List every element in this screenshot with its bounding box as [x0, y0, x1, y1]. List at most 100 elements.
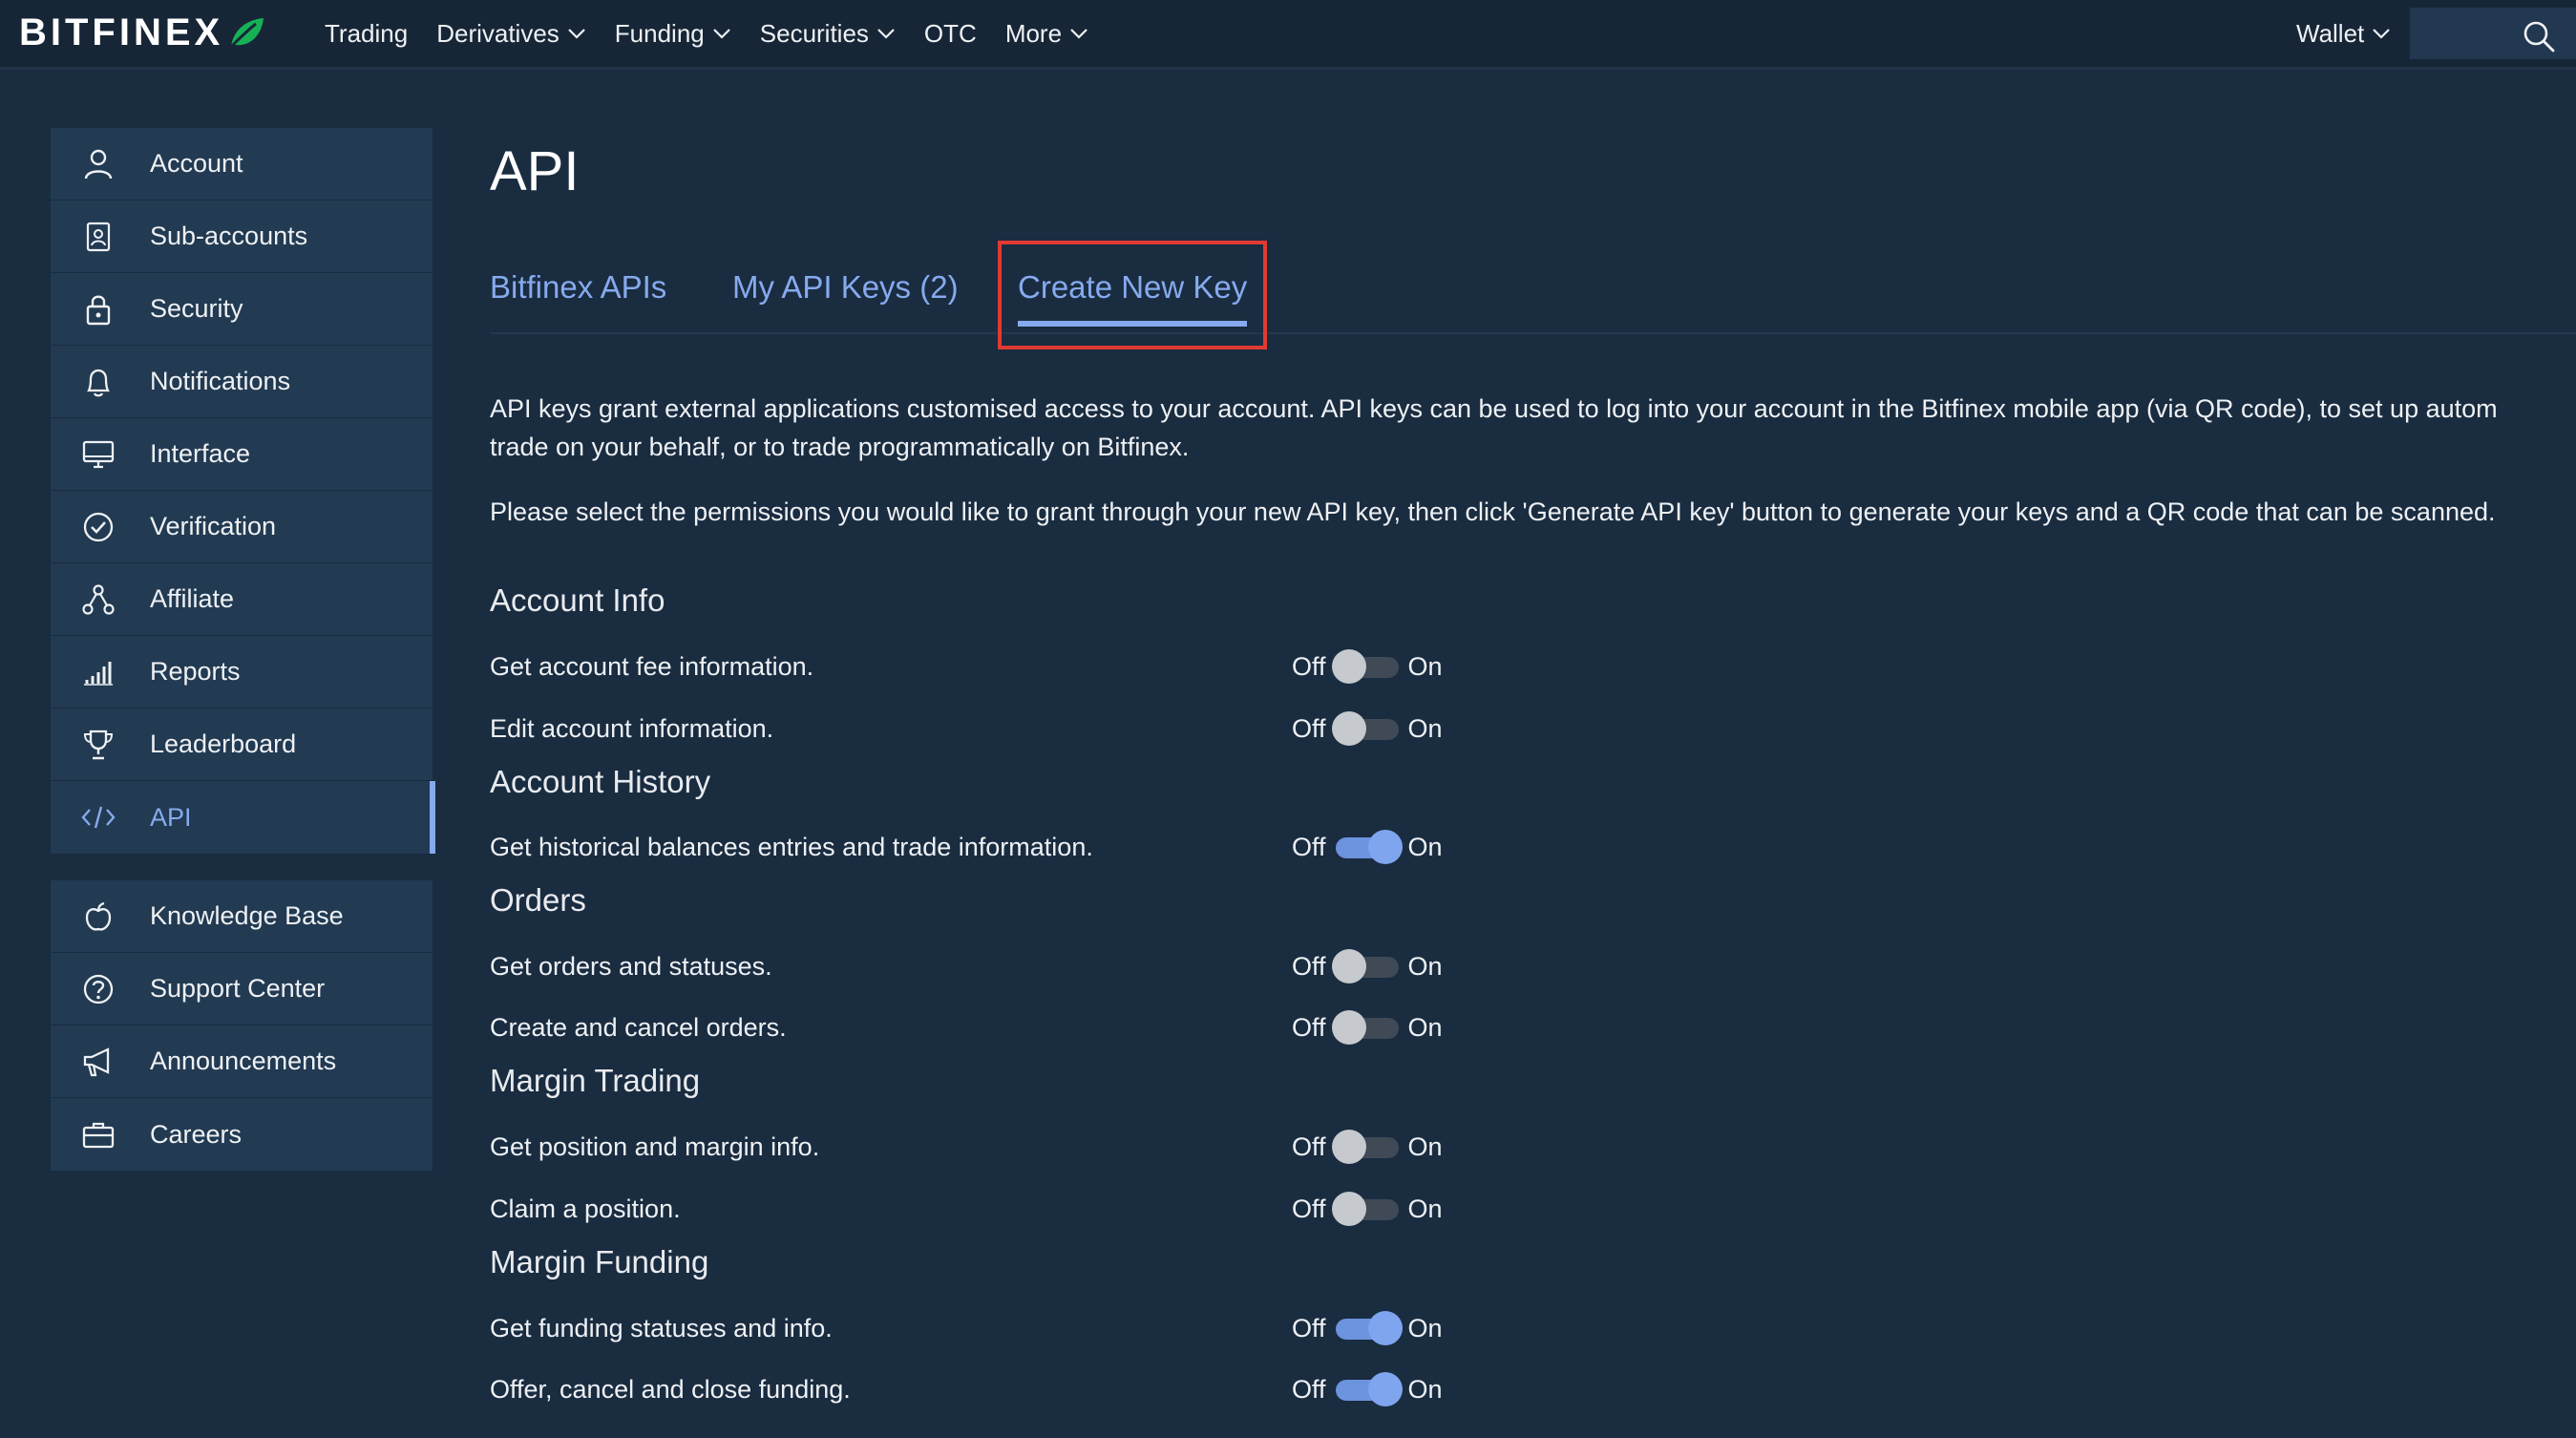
toggle-knob — [1331, 949, 1366, 983]
sidebar-item-label: Knowledge Base — [150, 901, 344, 930]
nav-funding[interactable]: Funding — [615, 19, 731, 49]
sidebar-item-label: Security — [150, 294, 243, 323]
sidebar-item-careers[interactable]: Careers — [51, 1098, 433, 1171]
sidebar-item-knowledge-base[interactable]: Knowledge Base — [51, 880, 433, 953]
leaf-icon — [230, 18, 264, 49]
main-nav: Trading Derivatives Funding Securities O… — [325, 0, 1117, 67]
tab-my-api-keys[interactable]: My API Keys (2) — [732, 269, 959, 306]
permission-toggle-group: Off On — [1292, 647, 1443, 686]
sidebar-item-label: Support Center — [150, 974, 326, 1003]
toggle-knob — [1331, 649, 1366, 684]
bell-icon — [79, 363, 117, 401]
sidebar-item-verification[interactable]: Verification — [51, 491, 433, 563]
sidebar-item-support-center[interactable]: Support Center — [51, 953, 433, 1026]
nav-trading[interactable]: Trading — [325, 19, 408, 49]
sidebar-item-label: Account — [150, 149, 243, 178]
toggle-get-historical-balances[interactable] — [1330, 828, 1403, 866]
toggle-on-label: On — [1407, 1131, 1443, 1161]
sidebar-item-security[interactable]: Security — [51, 273, 433, 346]
page-title: API — [490, 140, 580, 202]
section-title-account-history: Account History — [490, 764, 711, 799]
toggle-on-label: On — [1407, 713, 1443, 743]
toggle-knob — [1331, 1010, 1366, 1045]
permission-label: Get account fee information. — [490, 652, 814, 681]
toggle-on-label: On — [1407, 1374, 1443, 1404]
api-tabs: Bitfinex APIs My API Keys (2) Create New… — [490, 241, 2576, 334]
toggle-get-account-fee-info[interactable] — [1330, 647, 1403, 686]
sidebar-item-label: Careers — [150, 1119, 243, 1149]
sidebar-item-announcements[interactable]: Announcements — [51, 1026, 433, 1098]
toggle-get-orders[interactable] — [1330, 947, 1403, 985]
toggle-on-label: On — [1407, 1012, 1443, 1042]
wallet-label: Wallet — [2296, 18, 2365, 48]
toggle-off-label: Off — [1292, 832, 1326, 861]
sidebar-item-label: Affiliate — [150, 584, 235, 613]
search-button[interactable] — [2410, 8, 2576, 59]
permission-label: Create and cancel orders. — [490, 1013, 787, 1042]
nav-securities[interactable]: Securities — [760, 19, 896, 49]
tab-highlight-box — [998, 241, 1267, 349]
chevron-down-icon — [712, 29, 730, 39]
sidebar-item-affiliate[interactable]: Affiliate — [51, 563, 433, 636]
sidebar-item-api[interactable]: API — [51, 781, 435, 854]
briefcase-icon — [79, 1115, 117, 1153]
toggle-knob — [1331, 1192, 1366, 1226]
description-line-2: Please select the permissions you would … — [490, 497, 2496, 526]
sidebar-item-interface[interactable]: Interface — [51, 418, 433, 491]
toggle-get-funding-statuses[interactable] — [1330, 1309, 1403, 1347]
nav-otc[interactable]: OTC — [924, 19, 977, 49]
toggle-on-label: On — [1407, 951, 1443, 981]
nav-otc-label: OTC — [923, 18, 977, 48]
wallet-dropdown[interactable]: Wallet — [2296, 0, 2391, 67]
permission-row: Get account fee information. Off On — [490, 647, 1540, 686]
tab-bitfinex-apis[interactable]: Bitfinex APIs — [490, 269, 666, 306]
permission-toggle-group: Off On — [1292, 1008, 1443, 1047]
toggle-on-label: On — [1407, 651, 1443, 681]
permission-toggle-group: Off On — [1292, 1128, 1443, 1166]
sidebar-item-sub-accounts[interactable]: Sub-accounts — [51, 201, 433, 273]
nav-more[interactable]: More — [1005, 19, 1088, 49]
sidebar-item-label: Leaderboard — [150, 730, 297, 758]
lock-icon — [79, 290, 117, 328]
sidebar-item-notifications[interactable]: Notifications — [51, 346, 433, 418]
toggle-off-label: Off — [1292, 1131, 1326, 1161]
toggle-claim-position[interactable] — [1330, 1190, 1403, 1228]
check-circle-icon — [79, 508, 117, 546]
permission-toggle-group: Off On — [1292, 828, 1443, 866]
sub-accounts-icon — [79, 218, 117, 256]
sidebar-item-account[interactable]: Account — [51, 128, 433, 201]
chevron-down-icon — [2373, 29, 2391, 39]
toggle-get-position-margin-info[interactable] — [1330, 1128, 1403, 1166]
permission-label: Claim a position. — [490, 1195, 681, 1223]
permission-label: Offer, cancel and close funding. — [490, 1375, 851, 1404]
sidebar-item-leaderboard[interactable]: Leaderboard — [51, 708, 433, 781]
toggle-offer-cancel-close-funding[interactable] — [1330, 1370, 1403, 1408]
sidebar-group-settings: Account Sub-accounts Security Notificati… — [51, 128, 435, 854]
nav-derivatives[interactable]: Derivatives — [436, 19, 586, 49]
bitfinex-logo[interactable]: BITFINEX — [19, 11, 265, 53]
sidebar-item-label: Reports — [150, 657, 241, 686]
toggle-on-label: On — [1407, 1313, 1443, 1343]
toggle-knob — [1331, 1130, 1366, 1164]
sidebar-item-label: Sub-accounts — [150, 222, 308, 250]
question-circle-icon — [79, 970, 117, 1008]
nav-securities-label: Securities — [759, 18, 869, 48]
sidebar-item-label: Notifications — [150, 367, 291, 395]
toggle-off-label: Off — [1292, 1012, 1326, 1042]
section-title-margin-funding: Margin Funding — [490, 1244, 709, 1279]
sidebar-item-label: Announcements — [150, 1047, 337, 1075]
user-icon — [79, 145, 117, 183]
logo-text: BITFINEX — [19, 11, 224, 53]
bar-chart-icon — [79, 653, 117, 691]
toggle-edit-account-info[interactable] — [1330, 709, 1403, 748]
nav-trading-label: Trading — [325, 18, 409, 48]
toggle-off-label: Off — [1292, 713, 1326, 743]
chevron-down-icon — [877, 29, 895, 39]
search-icon — [2523, 21, 2555, 53]
toggle-create-cancel-orders[interactable] — [1330, 1008, 1403, 1047]
nav-derivatives-label: Derivatives — [436, 18, 560, 48]
permission-toggle-group: Off On — [1292, 1370, 1443, 1408]
nav-funding-label: Funding — [614, 18, 705, 48]
permission-row: Get historical balances entries and trad… — [490, 828, 1540, 866]
sidebar-item-reports[interactable]: Reports — [51, 636, 433, 708]
